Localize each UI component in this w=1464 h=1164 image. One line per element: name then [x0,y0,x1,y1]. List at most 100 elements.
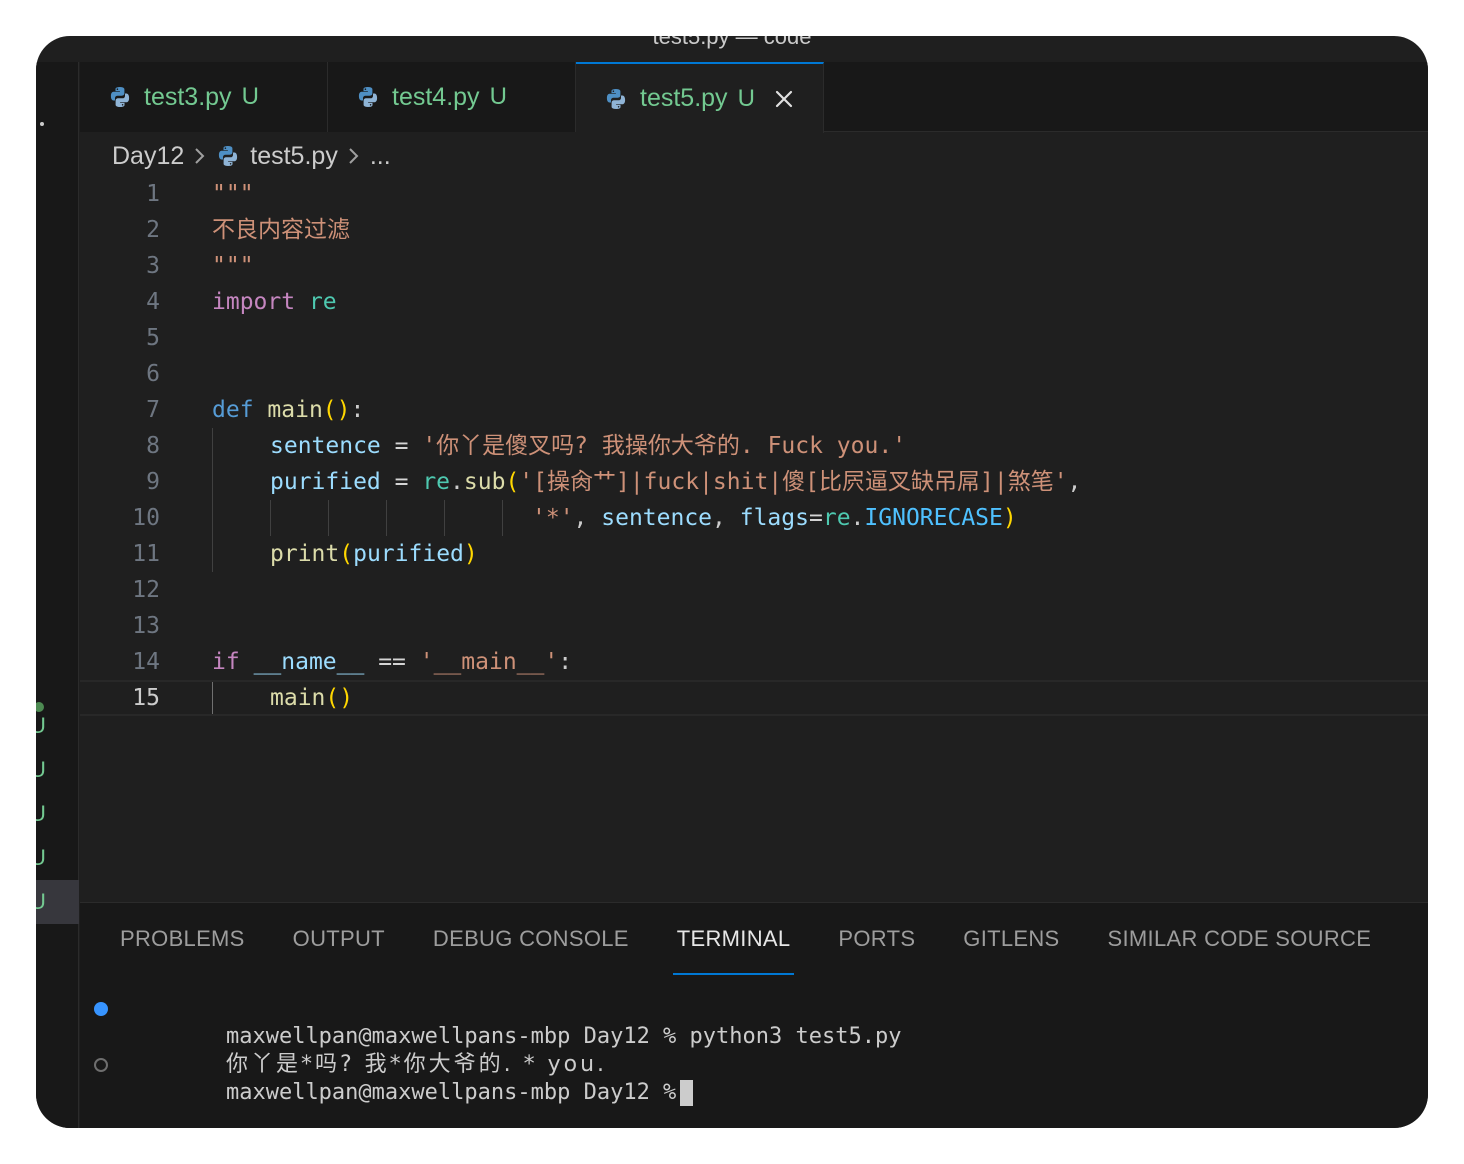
python-icon [110,87,130,107]
close-icon[interactable] [773,88,795,110]
code-text: main() [270,682,353,714]
variable: sentence [270,433,381,459]
code-text: purified = re.sub('[操肏艹]|fuck|shit|傻[比屄逼… [270,464,1081,500]
module-name: re [308,289,337,315]
python-icon [358,87,378,107]
punctuation: , [1067,469,1082,495]
operator: = [380,469,423,495]
line-number-current: 15 [132,685,160,711]
function-name: main [267,397,323,423]
bottom-panel: PROBLEMS OUTPUT DEBUG CONSOLE TERMINAL P… [80,902,1428,1128]
terminal-line: maxwellpan@maxwellpans-mbp Day12 % [94,1051,1428,1106]
string-literal: '*' [532,505,574,531]
punctuation: . [450,469,464,495]
punctuation: , [573,505,602,531]
line-number: 7 [146,397,160,423]
tab-terminal[interactable]: TERMINAL [672,903,795,975]
string-literal: '你丫是傻叉吗? 我操你大爷的. Fuck you.' [422,433,907,459]
tab-gitlens[interactable]: GITLENS [963,903,1059,975]
side-strip: U U U U U [36,62,79,1128]
panel-tab-bar: PROBLEMS OUTPUT DEBUG CONSOLE TERMINAL P… [120,903,1371,975]
terminal-line: 你丫是*吗? 我*你大爷的. * you. [94,1023,1428,1077]
code-text: import re [212,284,337,320]
function-name: sub [463,469,506,495]
bracket: ) [463,541,478,567]
code-line: 9 purified = re.sub('[操肏艹]|fuck|shit|傻[比… [80,464,1428,500]
punctuation: : [558,649,573,675]
string-literal: '__main__' [419,649,559,675]
code-line: 8 sentence = '你丫是傻叉吗? 我操你大爷的. Fuck you.' [80,428,1428,464]
tab-debug-console[interactable]: DEBUG CONSOLE [433,903,629,975]
function-name: main [270,685,326,711]
breadcrumb-folder[interactable]: Day12 [112,142,184,171]
string-literal: '[操肏艹]|fuck|shit|傻[比屄逼叉缺吊屌]|煞笔' [519,469,1068,495]
line-number: 11 [132,541,160,567]
line-number: 13 [132,613,160,639]
breadcrumb-symbols[interactable]: ... [370,142,391,171]
editor-window: test5.py — code U U U U U test3.py U tes… [36,36,1428,1128]
untracked-marker[interactable]: U [36,758,46,782]
command-success-icon[interactable] [94,1002,108,1016]
tab-ports[interactable]: PORTS [838,903,915,975]
terminal-line: maxwellpan@maxwellpans-mbp Day12 % pytho… [94,995,1428,1049]
code-text: """ [212,253,254,279]
line-number: 1 [146,181,160,207]
line-number: 10 [132,505,160,531]
code-text: """ [212,181,254,207]
untracked-marker[interactable]: U [36,846,46,870]
editor-tab-bar: test3.py U test4.py U test5.py U [80,62,1428,133]
chevron-right-icon [348,146,360,166]
tab-test3[interactable]: test3.py U [80,62,328,132]
tab-similar-code-source[interactable]: SIMILAR CODE SOURCE [1108,903,1372,975]
keyword: if [212,649,240,675]
line-number: 3 [146,253,160,279]
variable: sentence [601,505,713,531]
variable: purified [353,541,464,567]
tab-label: test5.py [640,84,728,112]
code-line: 4 import re [80,284,1428,320]
parameter: flags [739,505,809,531]
operator: == [364,649,420,675]
menu-dot-icon[interactable] [40,122,44,126]
module-name: re [422,469,451,495]
code-line: 6 [80,356,1428,392]
function-name: print [270,541,340,567]
tab-git-status: U [241,83,259,110]
code-line-current: 15 main() [80,680,1428,716]
bracket: ( [505,469,520,495]
untracked-marker[interactable]: U [36,802,46,826]
terminal[interactable]: maxwellpan@maxwellpans-mbp Day12 % pytho… [94,995,1428,1106]
variable: __name__ [253,649,365,675]
code-text: '*', sentence, flags=re.IGNORECASE) [532,500,1017,536]
code-line: 5 [80,320,1428,356]
punctuation: : [350,397,365,423]
line-number: 12 [132,577,160,603]
bracket: ( [339,541,354,567]
tab-test5[interactable]: test5.py U [576,62,824,133]
window-title: test5.py — code [652,36,812,49]
python-icon [219,146,238,166]
chevron-right-icon [194,146,206,166]
line-number: 2 [146,217,160,243]
code-editor[interactable]: 1 """ 2 不良内容过滤 3 """ 4 import re 5 6 7 d… [80,176,1428,902]
tab-git-status: U [737,84,755,112]
line-number: 14 [132,649,160,675]
bracket: () [322,397,351,423]
breadcrumb-file[interactable]: test5.py [250,142,338,171]
code-text: print(purified) [270,536,478,572]
terminal-prompt: maxwellpan@maxwellpans-mbp Day12 % [225,1080,677,1105]
tab-output[interactable]: OUTPUT [293,903,385,975]
untracked-marker[interactable]: U [36,714,46,738]
code-line: 12 [80,572,1428,608]
code-line: 2 不良内容过滤 [80,212,1428,248]
untracked-marker[interactable]: U [36,890,46,914]
tab-git-status: U [489,83,507,110]
keyword: import [212,289,296,315]
operator: = [808,505,823,531]
tab-problems[interactable]: PROBLEMS [120,903,245,975]
tab-test4[interactable]: test4.py U [328,62,576,132]
tab-label: test4.py [392,82,480,111]
code-line: 1 """ [80,176,1428,212]
line-number: 8 [146,433,160,459]
code-text: if __name__ == '__main__': [212,644,572,680]
